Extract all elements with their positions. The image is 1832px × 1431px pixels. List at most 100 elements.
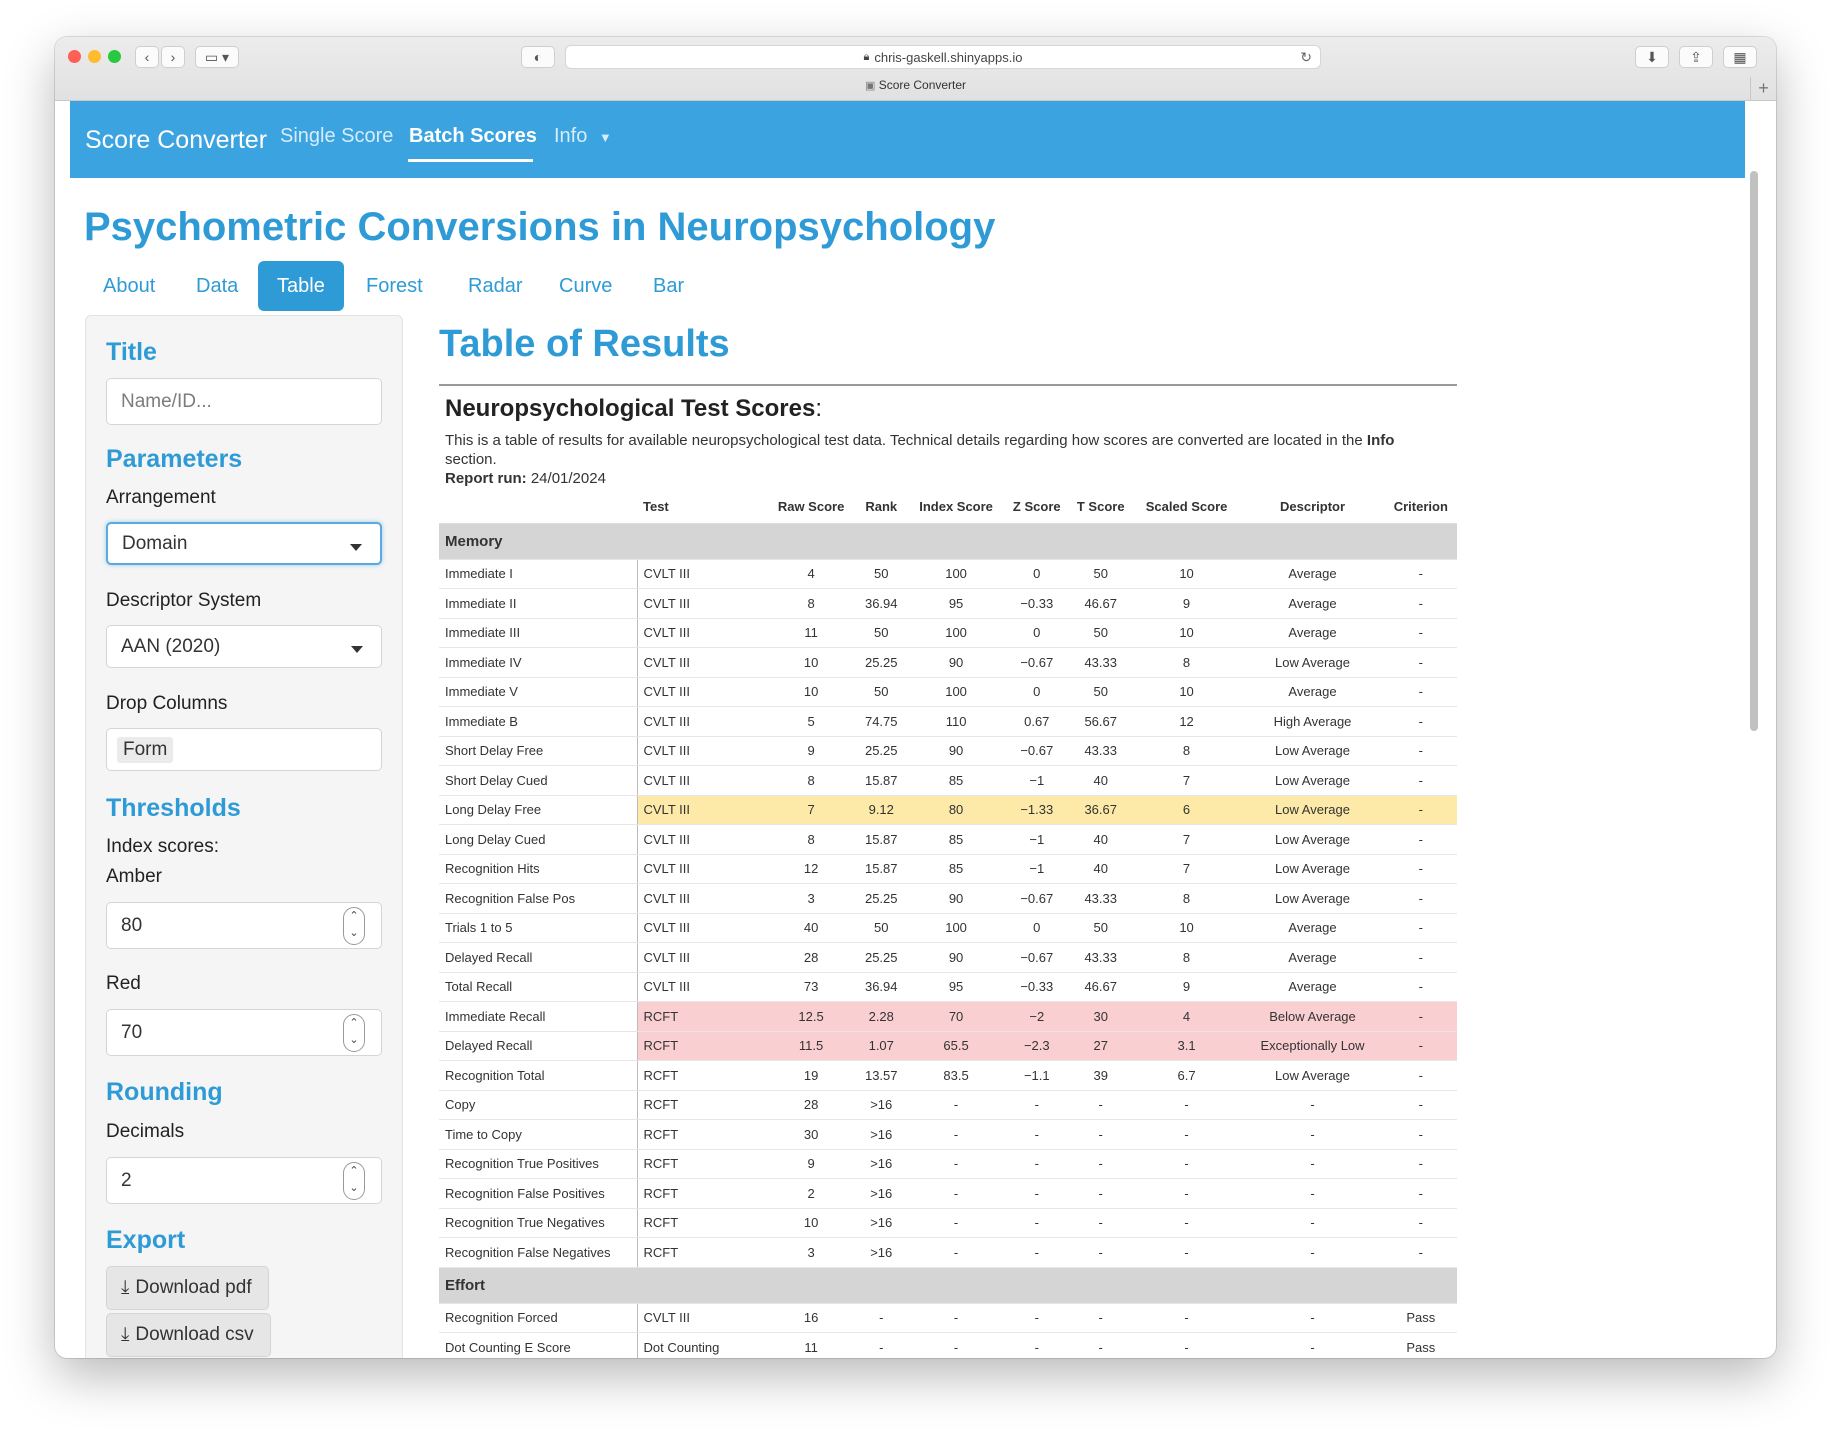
cell-raw: 30 xyxy=(767,1119,856,1150)
cell-t: 43.33 xyxy=(1068,883,1133,914)
cell-measure: Immediate III xyxy=(439,618,638,648)
table-row: Short Delay Cued CVLT III 8 15.87 85 −1 40 7 Low… xyxy=(439,765,1457,796)
amber-threshold-input[interactable]: 80 ⌃ ⌄ xyxy=(106,902,382,949)
cell-z: 0 xyxy=(1004,559,1069,589)
tab-overview-icon[interactable]: ▦ xyxy=(1723,46,1757,68)
divider xyxy=(439,384,1457,386)
name-id-placeholder: Name/ID... xyxy=(121,390,212,412)
cell-criterion: - xyxy=(1384,1031,1457,1061)
app-navbar: Score Converter Single Score Batch Score… xyxy=(70,101,1745,178)
tab-curve[interactable]: Curve xyxy=(540,261,631,311)
tab-radar[interactable]: Radar xyxy=(449,261,541,311)
name-id-input[interactable]: Name/ID... xyxy=(106,378,382,425)
cell-descriptor: Low Average xyxy=(1240,883,1385,914)
minimize-window-button[interactable] xyxy=(88,50,101,63)
cell-rank: 50 xyxy=(855,618,908,648)
lock-icon: 🔒︎ xyxy=(863,50,870,63)
column-header: Criterion xyxy=(1384,491,1457,524)
cell-descriptor: Exceptionally Low xyxy=(1240,1031,1385,1061)
cell-measure: Immediate IV xyxy=(439,647,638,678)
stepper-icon[interactable]: ⌃ ⌄ xyxy=(343,1014,365,1052)
scrollbar[interactable] xyxy=(1750,171,1758,731)
back-icon[interactable]: ‹ xyxy=(135,46,159,68)
tab-about[interactable]: About xyxy=(84,261,174,311)
cell-t: 39 xyxy=(1068,1060,1133,1091)
cell-t: - xyxy=(1068,1149,1133,1179)
cell-test: RCFT xyxy=(637,1237,767,1268)
arrangement-select[interactable]: Domain xyxy=(106,522,382,565)
cell-raw: 19 xyxy=(767,1060,856,1091)
cell-index: - xyxy=(907,1303,1005,1333)
cell-rank: 25.25 xyxy=(855,736,908,766)
decimals-input[interactable]: 2 ⌃ ⌄ xyxy=(106,1157,382,1204)
red-threshold-input[interactable]: 70 ⌃ ⌄ xyxy=(106,1009,382,1056)
cell-test: Dot Counting xyxy=(637,1332,767,1358)
description-info-link: Info xyxy=(1366,432,1395,449)
cell-rank: 15.87 xyxy=(855,765,908,796)
cell-t: 50 xyxy=(1068,618,1133,648)
table-row: Immediate B CVLT III 5 74.75 110 0.67 56.67 12 H… xyxy=(439,706,1457,737)
cell-rank: >16 xyxy=(855,1208,908,1238)
download-csv-button[interactable]: ⤓ Download csv xyxy=(106,1313,271,1357)
browser-tab[interactable]: ▣ Score Converter xyxy=(55,78,1776,92)
address-bar[interactable]: 🔒︎ chris-gaskell.shinyapps.io ↻ xyxy=(565,45,1321,69)
downloads-icon[interactable]: ⬇ xyxy=(1635,46,1669,68)
cell-t: 40 xyxy=(1068,824,1133,855)
nav-info-dropdown[interactable]: Info ▼ xyxy=(554,125,612,148)
privacy-shield-icon[interactable]: ◐ xyxy=(521,46,555,68)
chevron-down-icon xyxy=(350,544,362,551)
cell-rank: 9.12 xyxy=(855,795,908,825)
sidebar-toggle-icon[interactable]: ▭ ▾ xyxy=(195,46,239,68)
cell-scaled: 3.1 xyxy=(1132,1031,1241,1061)
cell-t: 50 xyxy=(1068,559,1133,589)
share-icon[interactable]: ⇪ xyxy=(1679,46,1713,68)
cell-scaled: 10 xyxy=(1132,913,1241,943)
cell-raw: 3 xyxy=(767,1237,856,1268)
tab-data[interactable]: Data xyxy=(177,261,257,311)
forward-icon[interactable]: › xyxy=(161,46,185,68)
cell-criterion: - xyxy=(1384,795,1457,825)
reload-icon[interactable]: ↻ xyxy=(1300,49,1312,66)
table-row: Short Delay Free CVLT III 9 25.25 90 −0.67 43.… xyxy=(439,736,1457,766)
column-header: Test xyxy=(637,491,767,524)
tab-bar[interactable]: Bar xyxy=(634,261,703,311)
cell-index: - xyxy=(907,1237,1005,1268)
table-row: Long Delay Free CVLT III 7 9.12 80 −1.33 36.67… xyxy=(439,795,1457,825)
cell-scaled: 10 xyxy=(1132,559,1241,589)
nav-batch-scores[interactable]: Batch Scores xyxy=(409,125,537,148)
cell-rank: 25.25 xyxy=(855,883,908,914)
chevron-down-icon xyxy=(351,646,363,653)
download-pdf-button[interactable]: ⤓ Download pdf xyxy=(106,1266,269,1310)
cell-rank: 25.25 xyxy=(855,647,908,678)
cell-measure: Immediate B xyxy=(439,706,638,737)
cell-z: - xyxy=(1004,1332,1069,1358)
descriptor-system-select[interactable]: AAN (2020) xyxy=(106,625,382,668)
drop-column-chip[interactable]: Form xyxy=(117,736,174,763)
cell-descriptor: - xyxy=(1240,1178,1385,1209)
cell-criterion: - xyxy=(1384,765,1457,796)
tab-forest[interactable]: Forest xyxy=(347,261,442,311)
cell-criterion: - xyxy=(1384,854,1457,884)
close-window-button[interactable] xyxy=(68,50,81,63)
stepper-icon[interactable]: ⌃ ⌄ xyxy=(343,907,365,945)
cell-raw: 40 xyxy=(767,913,856,943)
report-run-date: 24/01/2024 xyxy=(530,470,606,487)
navbar-brand[interactable]: Score Converter xyxy=(85,126,267,155)
zoom-window-button[interactable] xyxy=(108,50,121,63)
nav-single-score[interactable]: Single Score xyxy=(280,125,393,148)
cell-scaled: - xyxy=(1132,1119,1241,1150)
cell-measure: Long Delay Cued xyxy=(439,824,638,855)
cell-raw: 73 xyxy=(767,972,856,1002)
drop-columns-input[interactable]: Form xyxy=(106,728,382,771)
cell-scaled: - xyxy=(1132,1332,1241,1358)
cell-descriptor: Below Average xyxy=(1240,1001,1385,1032)
column-header: Index Score xyxy=(907,491,1005,524)
cell-measure: Delayed Recall xyxy=(439,1031,638,1061)
cell-scaled: 9 xyxy=(1132,588,1241,619)
table-row: Dot Counting E Score Dot Counting 11- - - - - -… xyxy=(439,1332,1457,1358)
stepper-icon[interactable]: ⌃ ⌄ xyxy=(343,1162,365,1200)
cell-index: 100 xyxy=(907,677,1005,707)
table-row: Recognition True Negatives RCFT 10 >16- - - - -… xyxy=(439,1208,1457,1238)
tab-table[interactable]: Table xyxy=(258,261,344,311)
new-tab-button[interactable]: + xyxy=(1750,77,1776,100)
